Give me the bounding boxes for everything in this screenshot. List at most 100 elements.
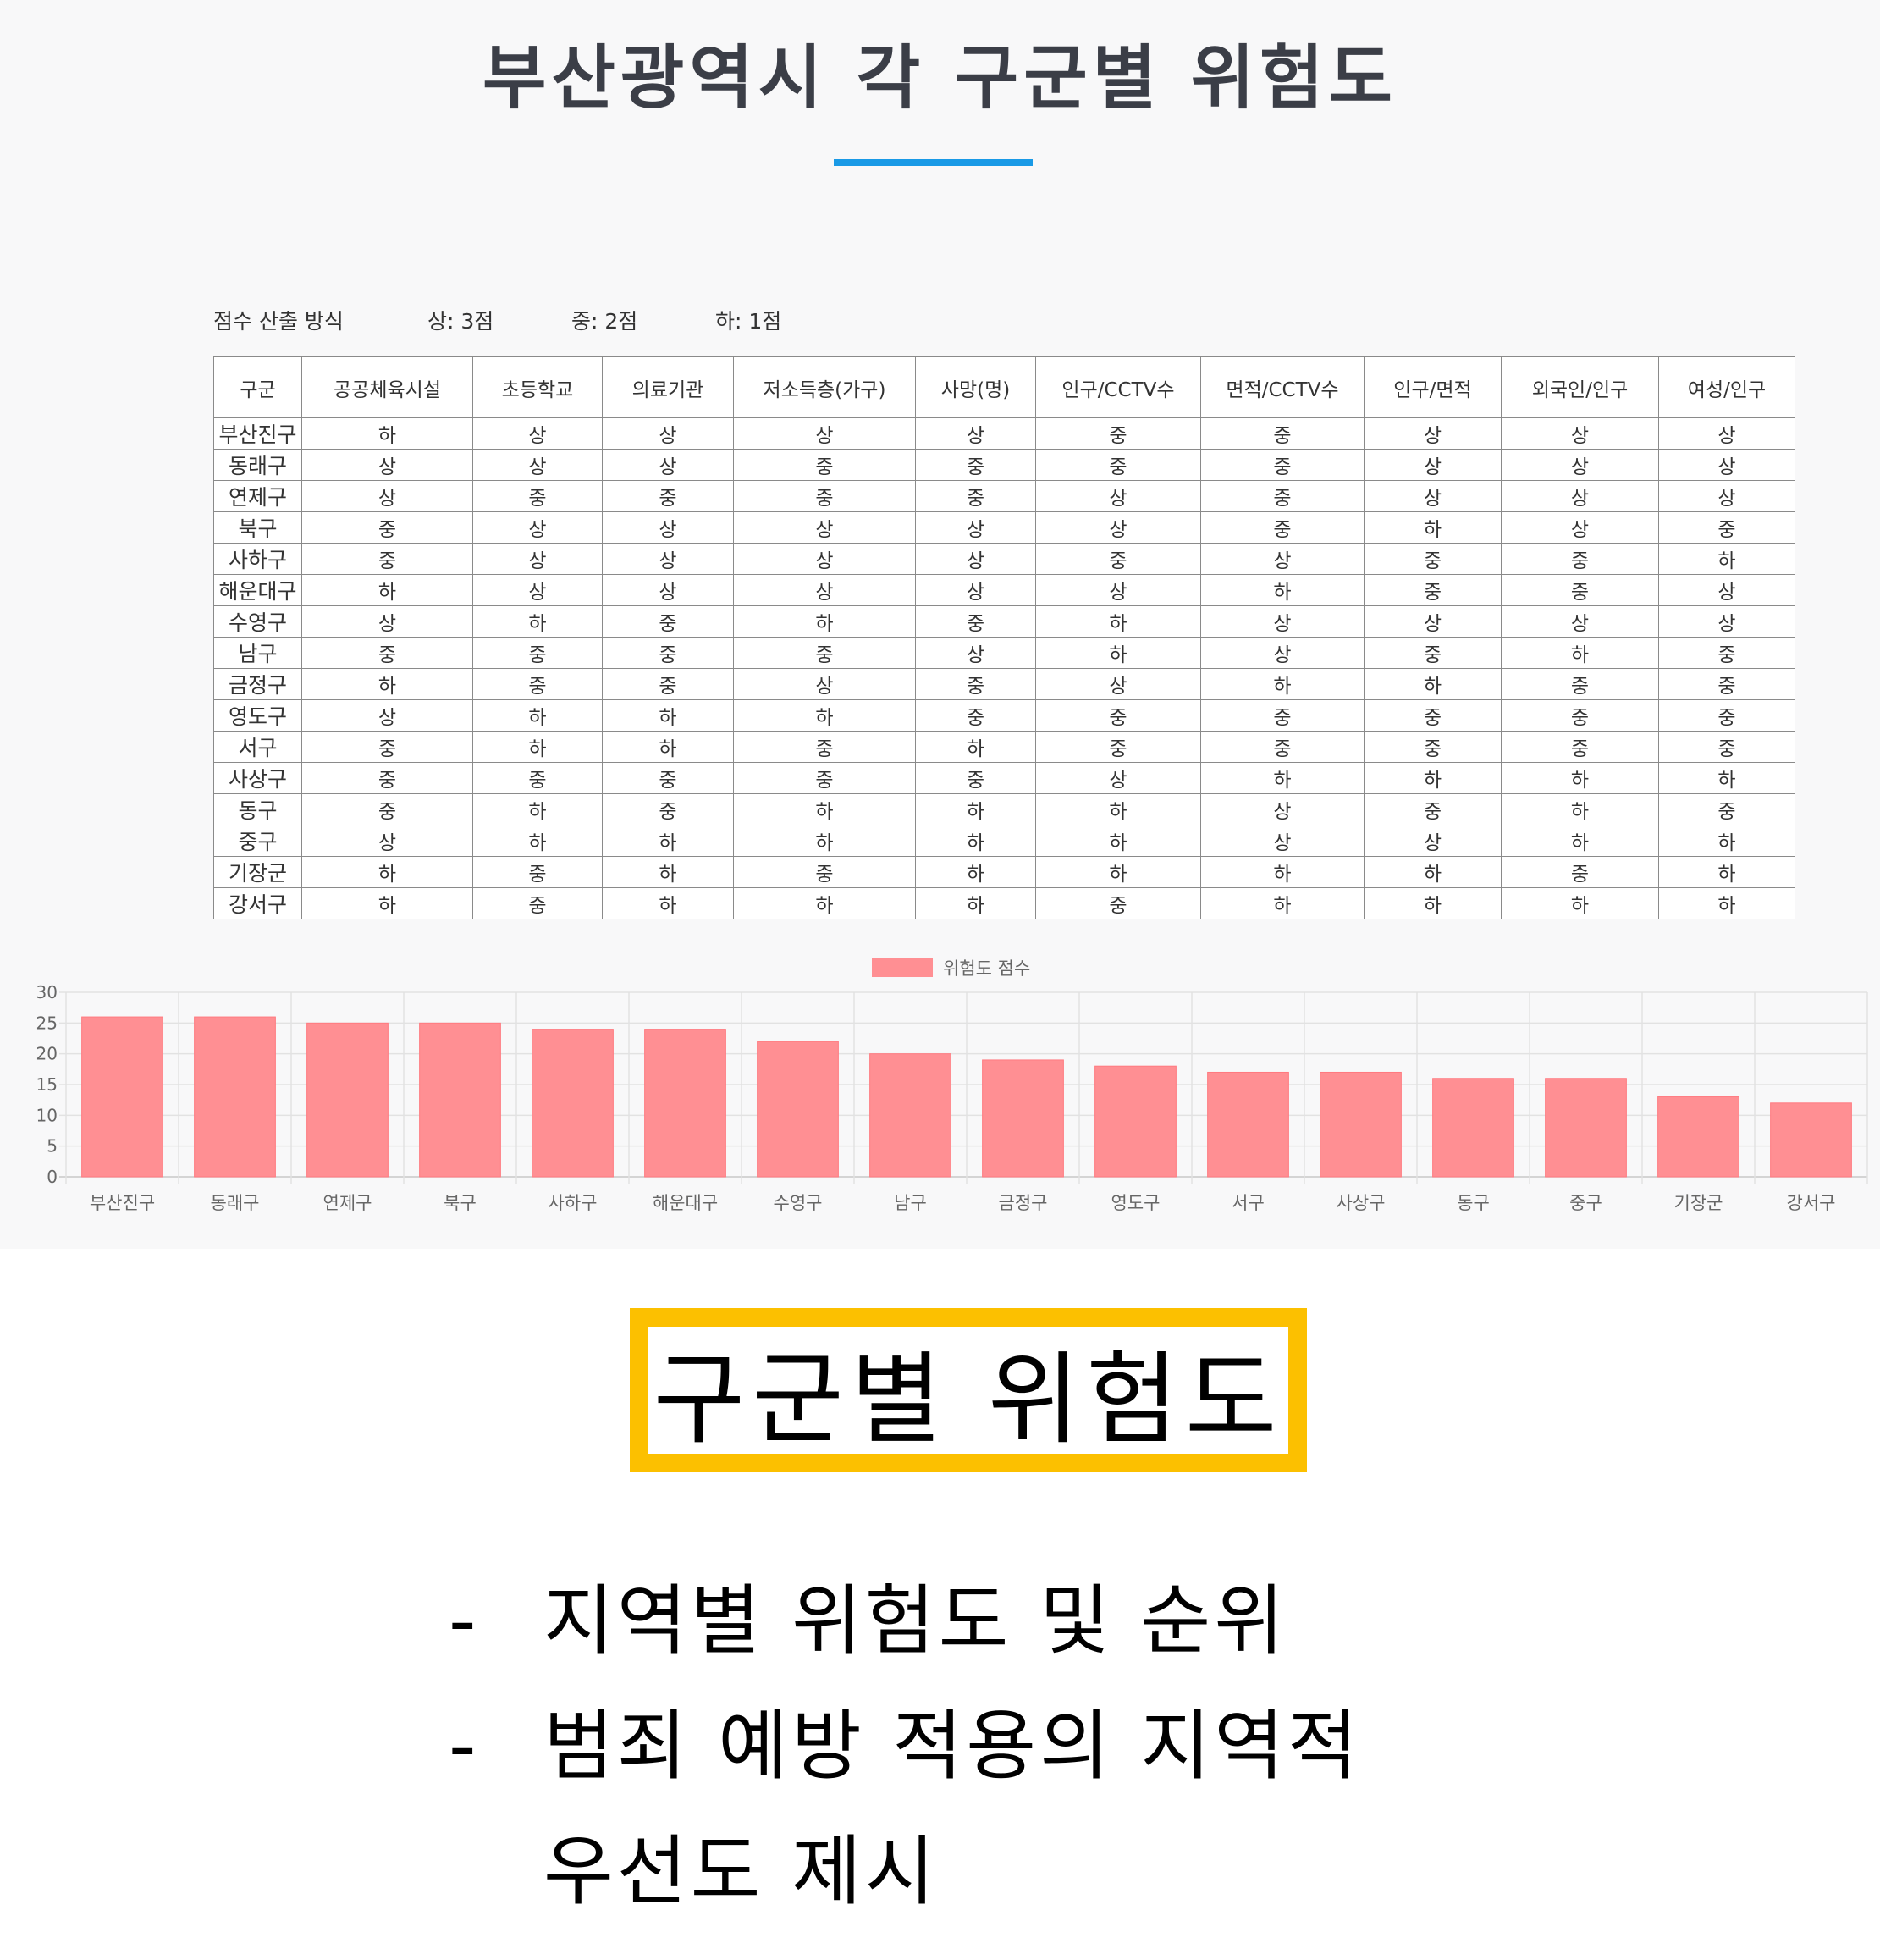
column-header: 저소득층(가구) [733, 356, 916, 418]
district-cell: 해운대구 [213, 574, 302, 606]
rating-cell: 상 [1200, 637, 1365, 669]
rating-cell: 중 [733, 762, 916, 794]
rating-cell: 하 [1658, 825, 1795, 857]
rating-cell: 하 [1200, 762, 1365, 794]
x-tick-label: 기장군 [1674, 1193, 1723, 1213]
rating-cell: 하 [1200, 887, 1365, 919]
title-underline [834, 159, 1033, 166]
rating-cell: 상 [602, 449, 734, 481]
table-row: 서구 중 하 하 중 하 중 중 중 중 중 [213, 731, 1795, 763]
rating-cell: 상 [1501, 417, 1659, 450]
rating-cell: 하 [733, 825, 916, 857]
rating-cell: 중 [1658, 637, 1795, 669]
rating-cell: 중 [301, 793, 473, 825]
rating-cell: 중 [1364, 543, 1502, 575]
rating-cell: 중 [915, 762, 1036, 794]
table-row: 동래구 상 상 상 중 중 중 중 상 상 상 [213, 449, 1795, 481]
rating-cell: 상 [915, 417, 1036, 450]
y-tick-label: 30 [36, 982, 58, 1002]
rating-cell: 중 [1501, 731, 1659, 763]
rating-cell: 하 [1200, 574, 1365, 606]
rating-cell: 중 [733, 856, 916, 888]
column-header: 인구/면적 [1364, 356, 1502, 418]
rating-cell: 중 [1035, 699, 1201, 732]
subtitle-box: 구군별 위험도 [630, 1308, 1307, 1472]
rating-cell: 하 [472, 605, 603, 638]
column-header: 외국인/인구 [1501, 356, 1659, 418]
rating-cell: 하 [1658, 856, 1795, 888]
rating-cell: 하 [602, 825, 734, 857]
rating-cell: 하 [1035, 825, 1201, 857]
rating-cell: 상 [301, 699, 473, 732]
rating-cell: 하 [1364, 856, 1502, 888]
x-tick-label: 중구 [1569, 1193, 1602, 1213]
rating-cell: 상 [1035, 574, 1201, 606]
rating-cell: 상 [602, 574, 734, 606]
rating-cell: 하 [1658, 887, 1795, 919]
x-tick-label: 북구 [444, 1193, 477, 1213]
bar [1207, 1071, 1289, 1178]
table-row: 사상구 중 중 중 중 중 상 하 하 하 하 [213, 762, 1795, 794]
y-tick-label: 20 [36, 1044, 58, 1064]
rating-cell: 중 [1658, 793, 1795, 825]
rating-cell: 하 [1658, 543, 1795, 575]
bar [757, 1041, 839, 1178]
rating-cell: 상 [301, 605, 473, 638]
rating-cell: 중 [1035, 543, 1201, 575]
rating-cell: 중 [1658, 699, 1795, 732]
list-item: 우선도 제시 [449, 1825, 1803, 1951]
rating-cell: 하 [1035, 637, 1201, 669]
district-cell: 강서구 [213, 887, 302, 919]
rating-cell: 중 [1200, 731, 1365, 763]
rating-cell: 상 [1200, 605, 1365, 638]
rating-cell: 중 [1200, 417, 1365, 450]
rating-cell: 중 [1658, 511, 1795, 544]
rating-cell: 하 [1501, 793, 1659, 825]
x-tick-label: 서구 [1232, 1193, 1265, 1213]
rating-cell: 하 [1501, 637, 1659, 669]
rating-cell: 상 [915, 637, 1036, 669]
web-screenshot: 부산광역시 각 구군별 위험도 점수 산출 방식 상: 3점 중: 2점 하: … [0, 0, 1880, 1249]
legend-label: 위험도 점수 [943, 958, 1030, 979]
rating-cell: 중 [301, 637, 473, 669]
column-header: 구군 [213, 356, 302, 418]
rating-cell: 하 [1501, 825, 1659, 857]
district-cell: 중구 [213, 825, 302, 857]
rating-cell: 하 [1200, 668, 1365, 700]
table-row: 중구 상 하 하 하 하 하 상 상 하 하 [213, 825, 1795, 857]
rating-cell: 상 [1658, 480, 1795, 512]
rating-cell: 상 [1035, 668, 1201, 700]
rating-cell: 하 [915, 887, 1036, 919]
rating-cell: 하 [472, 825, 603, 857]
table-row: 연제구 상 중 중 중 중 상 중 상 상 상 [213, 480, 1795, 512]
rating-cell: 상 [1501, 605, 1659, 638]
x-tick-label: 금정구 [999, 1193, 1048, 1213]
list-item: - 범죄 예방 적용의 지역적 [449, 1700, 1803, 1825]
bullet-text: 우선도 제시 [543, 1827, 939, 1916]
rating-cell: 하 [602, 856, 734, 888]
bar [982, 1059, 1064, 1178]
rating-cell: 하 [1658, 762, 1795, 794]
district-cell: 동래구 [213, 449, 302, 481]
rating-cell: 상 [733, 574, 916, 606]
bar [1094, 1065, 1177, 1178]
column-header: 공공체육시설 [301, 356, 473, 418]
rating-cell: 하 [301, 856, 473, 888]
rating-cell: 하 [915, 856, 1036, 888]
y-tick-label: 15 [36, 1074, 58, 1095]
column-header: 초등학교 [472, 356, 603, 418]
rating-cell: 중 [602, 480, 734, 512]
y-tick-label: 10 [36, 1105, 58, 1125]
rating-cell: 상 [472, 449, 603, 481]
rating-cell: 상 [1658, 417, 1795, 450]
rating-cell: 상 [1364, 480, 1502, 512]
rating-cell: 중 [1364, 574, 1502, 606]
rating-cell: 상 [301, 825, 473, 857]
y-tick-label: 25 [36, 1013, 58, 1033]
rating-cell: 중 [301, 511, 473, 544]
table-header-row: 구군 공공체육시설 초등학교 의료기관 저소득층(가구) 사망(명) 인구/CCTV수 면적/… [213, 356, 1795, 418]
district-cell: 남구 [213, 637, 302, 669]
district-cell: 북구 [213, 511, 302, 544]
bar [1320, 1071, 1402, 1178]
district-cell: 금정구 [213, 668, 302, 700]
